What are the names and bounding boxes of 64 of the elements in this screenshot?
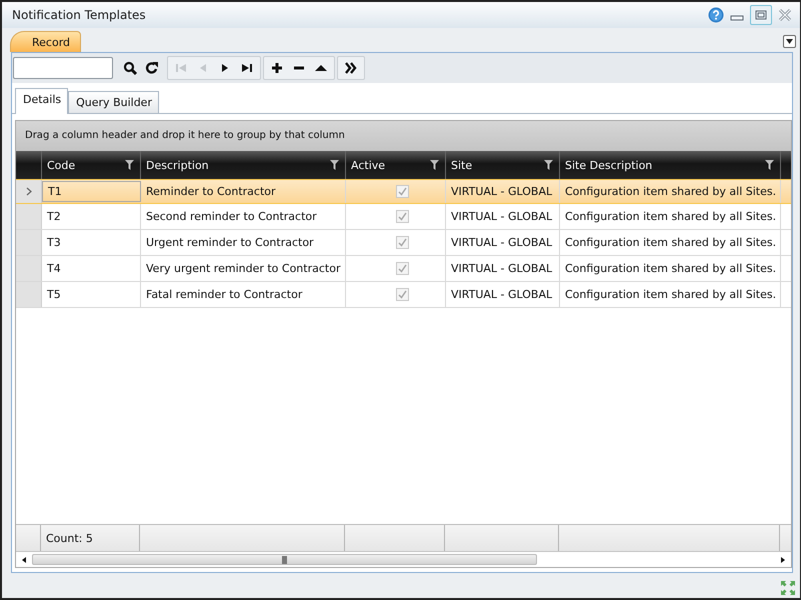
tab[interactable]: Details bbox=[15, 88, 68, 114]
table-cell: Second reminder to Contractor bbox=[141, 204, 346, 229]
table-row[interactable]: T2 Second reminder to Contractor VIRTUAL - GLOBAL Configuration item shared by all Sites. bbox=[16, 204, 791, 230]
table-row[interactable]: T1 Reminder to Contractor VIRTUAL - GLOBAL Configuration item shared by all Sites. bbox=[16, 179, 791, 204]
close-icon[interactable] bbox=[778, 8, 792, 22]
column-label: Site Description bbox=[565, 158, 652, 172]
row-indicator bbox=[16, 282, 42, 307]
table-cell: T3 bbox=[42, 230, 141, 255]
table-cell: T4 bbox=[42, 256, 141, 281]
table-cell: Reminder to Contractor bbox=[141, 180, 346, 203]
column-label: Code bbox=[47, 158, 76, 172]
plus-icon bbox=[270, 61, 284, 75]
table-cell: Configuration item shared by all Sites. bbox=[560, 282, 781, 307]
maximize-button[interactable] bbox=[750, 5, 772, 25]
table-cell: Configuration item shared by all Sites. bbox=[560, 180, 781, 203]
first-icon bbox=[174, 61, 188, 75]
chevron-icon bbox=[26, 187, 32, 196]
table-cell: VIRTUAL - GLOBAL bbox=[446, 204, 560, 229]
tab[interactable]: Query Builder bbox=[68, 91, 159, 113]
table-cell: Very urgent reminder to Contractor bbox=[141, 256, 346, 281]
table-row[interactable]: T5 Fatal reminder to Contractor VIRTUAL - GLOBAL Configuration item shared by all Sites. bbox=[16, 282, 791, 308]
table-cell: T2 bbox=[42, 204, 141, 229]
row-indicator bbox=[16, 256, 42, 281]
filter-icon[interactable] bbox=[430, 160, 439, 170]
dropdown-button[interactable] bbox=[783, 35, 796, 48]
filter-icon[interactable] bbox=[125, 160, 134, 170]
table-cell: Urgent reminder to Contractor bbox=[141, 230, 346, 255]
scroll-right-icon[interactable] bbox=[779, 556, 787, 564]
row-indicator bbox=[16, 230, 42, 255]
column-label: Description bbox=[146, 158, 209, 172]
table-cell: VIRTUAL - GLOBAL bbox=[446, 282, 560, 307]
table-cell: T5 bbox=[42, 282, 141, 307]
expand-icon[interactable] bbox=[780, 580, 796, 596]
table-row[interactable]: T3 Urgent reminder to Contractor VIRTUAL - GLOBAL Configuration item shared by all Sites. bbox=[16, 230, 791, 256]
table-cell: T1 bbox=[42, 181, 141, 202]
scroll-left-icon[interactable] bbox=[20, 556, 28, 564]
window-title: Notification Templates bbox=[12, 8, 146, 22]
last-icon bbox=[240, 61, 254, 75]
refresh-icon bbox=[145, 61, 159, 75]
caret-icon[interactable] bbox=[786, 39, 793, 44]
column-label: Site bbox=[451, 158, 472, 172]
row-indicator bbox=[16, 204, 42, 229]
maximize-icon[interactable] bbox=[755, 10, 767, 20]
count-label: Count: 5 bbox=[46, 532, 93, 544]
group-panel-hint: Drag a column header and drop it here to group by that column bbox=[16, 121, 791, 151]
column-label: Active bbox=[351, 158, 386, 172]
table-cell: Configuration item shared by all Sites. bbox=[560, 256, 781, 281]
search-icon bbox=[123, 61, 137, 75]
filter-icon[interactable] bbox=[330, 160, 339, 170]
table-cell: VIRTUAL - GLOBAL bbox=[446, 180, 560, 203]
double-chevron-icon bbox=[344, 61, 358, 75]
table-cell: Configuration item shared by all Sites. bbox=[560, 230, 781, 255]
horizontal-scrollbar[interactable] bbox=[16, 551, 791, 567]
table-cell: VIRTUAL - GLOBAL bbox=[446, 230, 560, 255]
table-cell: Fatal reminder to Contractor bbox=[141, 282, 346, 307]
help-icon[interactable] bbox=[708, 7, 724, 23]
table-row[interactable]: T4 Very urgent reminder to Contractor VIRTUAL - GLOBAL Configuration item shared by all Sites. bbox=[16, 256, 791, 282]
table-cell: VIRTUAL - GLOBAL bbox=[446, 256, 560, 281]
scroll-thumb[interactable] bbox=[32, 554, 537, 565]
table-cell: Configuration item shared by all Sites. bbox=[560, 204, 781, 229]
filter-icon[interactable] bbox=[765, 160, 774, 170]
ribbon-tab[interactable]: Record bbox=[10, 31, 82, 52]
search-field[interactable] bbox=[13, 57, 113, 79]
filter-icon[interactable] bbox=[544, 160, 553, 170]
